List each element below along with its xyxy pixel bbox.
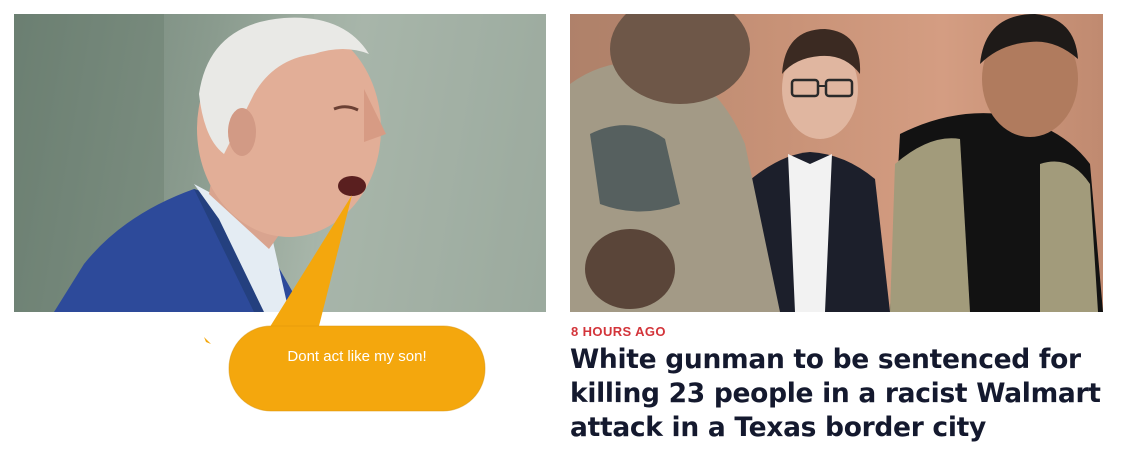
speech-bubble [204,195,486,412]
article-timestamp: 8 HOURS AGO [571,324,666,339]
article-headline[interactable]: White gunman to be sentenced for killing… [570,343,1115,445]
speech-bubble-text: Dont act like my son! [287,348,427,365]
news-image-courtroom[interactable] [570,14,1103,312]
photo-illustration [570,14,1103,312]
